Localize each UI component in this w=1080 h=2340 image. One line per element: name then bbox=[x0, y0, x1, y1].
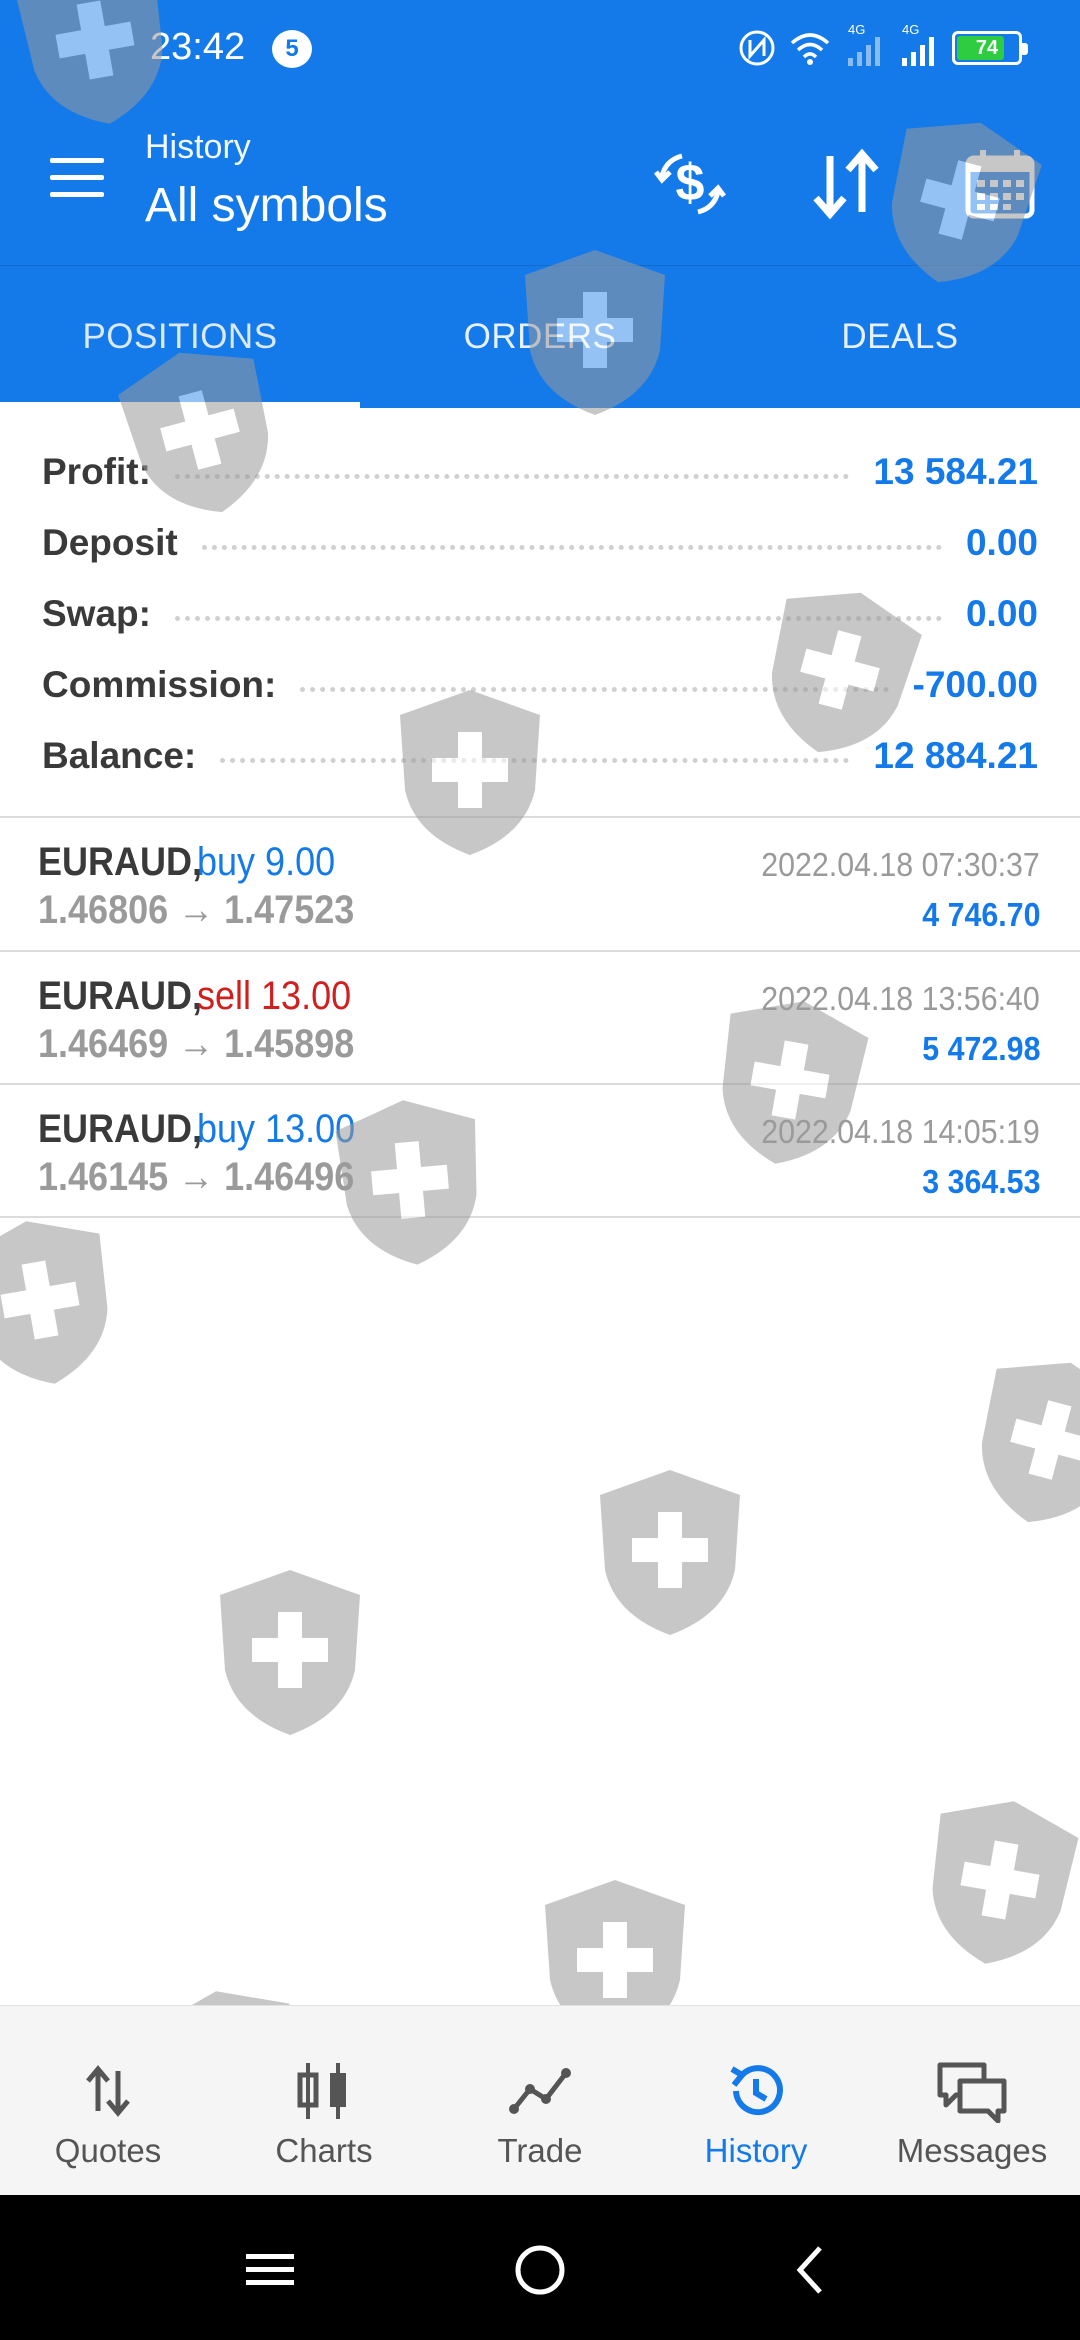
currency-exchange-button[interactable]: $ bbox=[648, 142, 732, 226]
app-bar: History All symbols $ bbox=[0, 100, 1080, 265]
deal-side: buy 13.00 bbox=[197, 1107, 356, 1151]
recent-apps-button[interactable] bbox=[235, 2235, 305, 2305]
home-button[interactable] bbox=[505, 2235, 575, 2305]
nav-label: History bbox=[704, 2132, 808, 2169]
list-item[interactable]: EURAUD, buy 9.00 1.46806 → 1.47523 2022.… bbox=[0, 818, 1080, 950]
nav-label: Quotes bbox=[54, 2132, 162, 2169]
tab-deals[interactable]: DEALS bbox=[720, 266, 1080, 408]
nav-quotes[interactable]: Quotes bbox=[0, 2006, 216, 2195]
wifi-icon bbox=[790, 33, 830, 65]
history-tabs: POSITIONS ORDERS DEALS bbox=[0, 265, 1080, 408]
list-item[interactable]: EURAUD, sell 13.00 1.46469 → 1.45898 202… bbox=[0, 952, 1080, 1084]
signal-2: 4G bbox=[898, 22, 938, 68]
summary-value: 13 584.21 bbox=[873, 451, 1038, 492]
status-bar: 23:42 5 4G 4G 74 bbox=[0, 0, 1080, 100]
nav-trade[interactable]: Trade bbox=[432, 2006, 648, 2195]
nav-label: Messages bbox=[896, 2132, 1048, 2169]
deal-time: 2022.04.18 07:30:37 bbox=[761, 846, 1040, 883]
summary-value: -700.00 bbox=[912, 664, 1039, 705]
sort-button[interactable] bbox=[804, 142, 888, 226]
summary-swap: Swap: 0.00 bbox=[42, 584, 1038, 644]
deal-prices: 1.46469 → 1.45898 bbox=[38, 1022, 355, 1066]
nav-charts[interactable]: Charts bbox=[216, 2006, 432, 2195]
page-subtitle: History bbox=[145, 128, 251, 166]
svg-text:$: $ bbox=[676, 154, 705, 212]
list-item[interactable]: EURAUD, buy 13.00 1.46145 → 1.46496 2022… bbox=[0, 1085, 1080, 1217]
nfc-icon bbox=[739, 30, 775, 66]
summary-label: Deposit bbox=[42, 522, 178, 563]
deal-symbol: EURAUD, bbox=[38, 840, 203, 884]
summary-label: Profit: bbox=[42, 451, 151, 492]
deal-time: 2022.04.18 14:05:19 bbox=[761, 1113, 1040, 1150]
deal-prices: 1.46806 → 1.47523 bbox=[38, 888, 355, 932]
deal-side: sell 13.00 bbox=[197, 974, 352, 1018]
charts-icon bbox=[297, 2063, 346, 2119]
summary-label: Swap: bbox=[42, 593, 151, 634]
signal-1: 4G bbox=[844, 22, 884, 68]
sort-icon bbox=[813, 148, 879, 220]
deal-side: buy 9.00 bbox=[197, 840, 336, 884]
system-navigation-bar bbox=[0, 2195, 1080, 2340]
summary-commission: Commission: -700.00 bbox=[42, 655, 1038, 715]
menu-button[interactable] bbox=[50, 158, 110, 208]
nav-label: Trade bbox=[497, 2132, 583, 2169]
messages-icon bbox=[937, 2062, 1007, 2123]
back-button[interactable] bbox=[775, 2235, 845, 2305]
currency-exchange-icon: $ bbox=[654, 153, 726, 215]
summary-value: 12 884.21 bbox=[873, 735, 1038, 776]
nav-history[interactable]: History bbox=[648, 2006, 864, 2195]
summary-label: Commission: bbox=[42, 664, 277, 705]
tab-positions[interactable]: POSITIONS bbox=[0, 266, 360, 408]
trade-icon bbox=[509, 2068, 571, 2114]
status-icons: 4G 4G 74 bbox=[738, 22, 1028, 68]
history-icon bbox=[730, 2065, 783, 2116]
divider bbox=[0, 1216, 1080, 1218]
page-title[interactable]: All symbols bbox=[145, 178, 388, 233]
menu-icon bbox=[246, 2254, 294, 2285]
deal-profit: 5 472.98 bbox=[921, 1030, 1040, 1067]
summary-profit: Profit: 13 584.21 bbox=[42, 442, 1038, 502]
deal-profit: 4 746.70 bbox=[921, 896, 1040, 933]
signal-bars-icon bbox=[902, 37, 934, 66]
calendar-button[interactable] bbox=[958, 142, 1042, 226]
summary-value: 0.00 bbox=[965, 593, 1038, 634]
calendar-icon bbox=[965, 150, 1035, 219]
deal-prices: 1.46145 → 1.46496 bbox=[38, 1155, 355, 1199]
notification-badge: 5 bbox=[272, 30, 312, 68]
battery-level: 74 bbox=[975, 37, 999, 59]
bottom-navigation: Quotes Charts Trade History Messages bbox=[0, 2005, 1080, 2195]
summary-label: Balance: bbox=[42, 735, 197, 776]
nav-label: Charts bbox=[275, 2132, 373, 2169]
back-arrow-icon bbox=[796, 2246, 822, 2294]
nav-messages[interactable]: Messages bbox=[864, 2006, 1080, 2195]
status-time: 23:42 bbox=[150, 26, 246, 68]
hamburger-icon bbox=[50, 158, 104, 163]
tab-orders[interactable]: ORDERS bbox=[360, 266, 720, 408]
deal-symbol: EURAUD, bbox=[38, 1107, 203, 1151]
summary-balance: Balance: 12 884.21 bbox=[42, 726, 1038, 786]
summary-deposit: Deposit 0.00 bbox=[42, 513, 1038, 573]
quotes-icon bbox=[86, 2065, 130, 2117]
deal-symbol: EURAUD, bbox=[38, 974, 203, 1018]
signal-bars-icon bbox=[848, 37, 880, 66]
home-circle-icon bbox=[515, 2245, 565, 2295]
battery-icon: 74 bbox=[952, 31, 1028, 65]
deal-profit: 3 364.53 bbox=[921, 1163, 1040, 1200]
summary-value: 0.00 bbox=[965, 522, 1038, 563]
deal-time: 2022.04.18 13:56:40 bbox=[761, 980, 1040, 1017]
summary-panel: Profit: 13 584.21 Deposit 0.00 Swap: 0.0… bbox=[0, 408, 1080, 818]
